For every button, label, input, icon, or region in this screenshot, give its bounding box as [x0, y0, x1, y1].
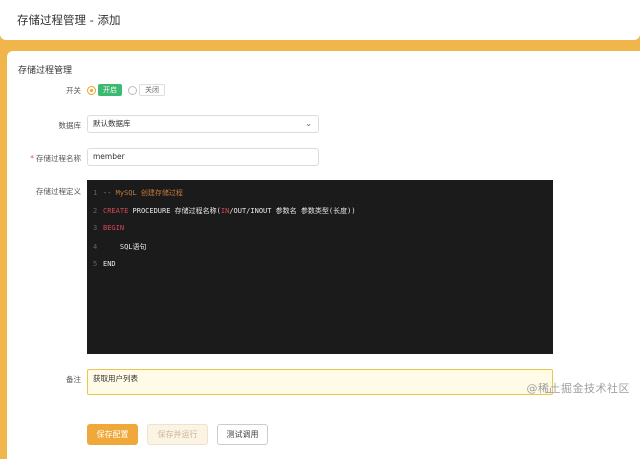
chevron-down-icon: ⌄	[305, 119, 312, 128]
code-token: BEGIN	[103, 224, 125, 232]
switch-label: 开关	[66, 86, 81, 95]
section-title: 存储过程管理	[18, 66, 73, 76]
line-number: 1	[93, 189, 98, 197]
database-label: 数据库	[58, 121, 82, 130]
save-button[interactable]: 保存配置	[87, 424, 138, 445]
code-token: -- MySQL 创建存储过程	[103, 189, 183, 197]
database-select[interactable]: 默认数据库 ⌄	[87, 115, 319, 133]
line-number: 2	[93, 207, 98, 215]
database-select-value: 默认数据库	[93, 119, 131, 128]
code-line: 1 -- MySQL 创建存储过程	[93, 188, 183, 198]
code-line: 5 END	[93, 260, 116, 268]
code-line: 3 BEGIN	[93, 224, 124, 232]
name-input-field[interactable]	[93, 152, 318, 161]
code-token: END	[103, 260, 116, 268]
line-number: 5	[93, 260, 98, 268]
watermark: @稀土掘金技术社区	[526, 382, 630, 395]
code-line: 4 SQL语句	[93, 242, 147, 252]
save-run-button[interactable]: 保存并运行	[147, 424, 208, 445]
form-card: 存储过程管理 开关 开启 关闭 数据库 默认数据库 ⌄ *存储过程名称 存储过程…	[7, 51, 640, 459]
code-line: 2 CREATE PROCEDURE 存储过程名称(IN/OUT/INOUT 参数…	[93, 206, 356, 216]
remark-label: 备注	[66, 375, 81, 384]
required-mark: *	[30, 154, 34, 163]
switch-off-option[interactable]: 关闭	[139, 84, 165, 96]
switch-off-radio[interactable]	[128, 86, 137, 95]
name-label: * 存储过程名称	[7, 153, 81, 164]
page-title: 存储过程管理 - 添加	[17, 13, 121, 27]
code-token: PROCEDURE 存储过程名称(	[128, 207, 221, 215]
code-token: /OUT/INOUT 参数名 参数类型(长度))	[229, 207, 356, 215]
remark-text: 获取用户列表	[93, 374, 138, 383]
definition-label: 存储过程定义	[36, 187, 81, 196]
remark-textarea[interactable]: 获取用户列表	[87, 369, 553, 395]
switch-on-option[interactable]: 开启	[98, 84, 122, 96]
code-token: SQL语句	[103, 243, 147, 251]
test-call-button[interactable]: 测试调用	[217, 424, 268, 445]
name-label-text: 存储过程名称	[36, 154, 81, 163]
line-number: 4	[93, 243, 98, 251]
sql-editor[interactable]: 1 -- MySQL 创建存储过程 2 CREATE PROCEDURE 存储过程名称…	[87, 180, 553, 354]
top-bar: 存储过程管理 - 添加	[0, 0, 640, 40]
switch-on-radio[interactable]	[87, 86, 96, 95]
line-number: 3	[93, 224, 98, 232]
name-input[interactable]	[87, 148, 319, 166]
code-token: CREATE	[103, 207, 129, 215]
